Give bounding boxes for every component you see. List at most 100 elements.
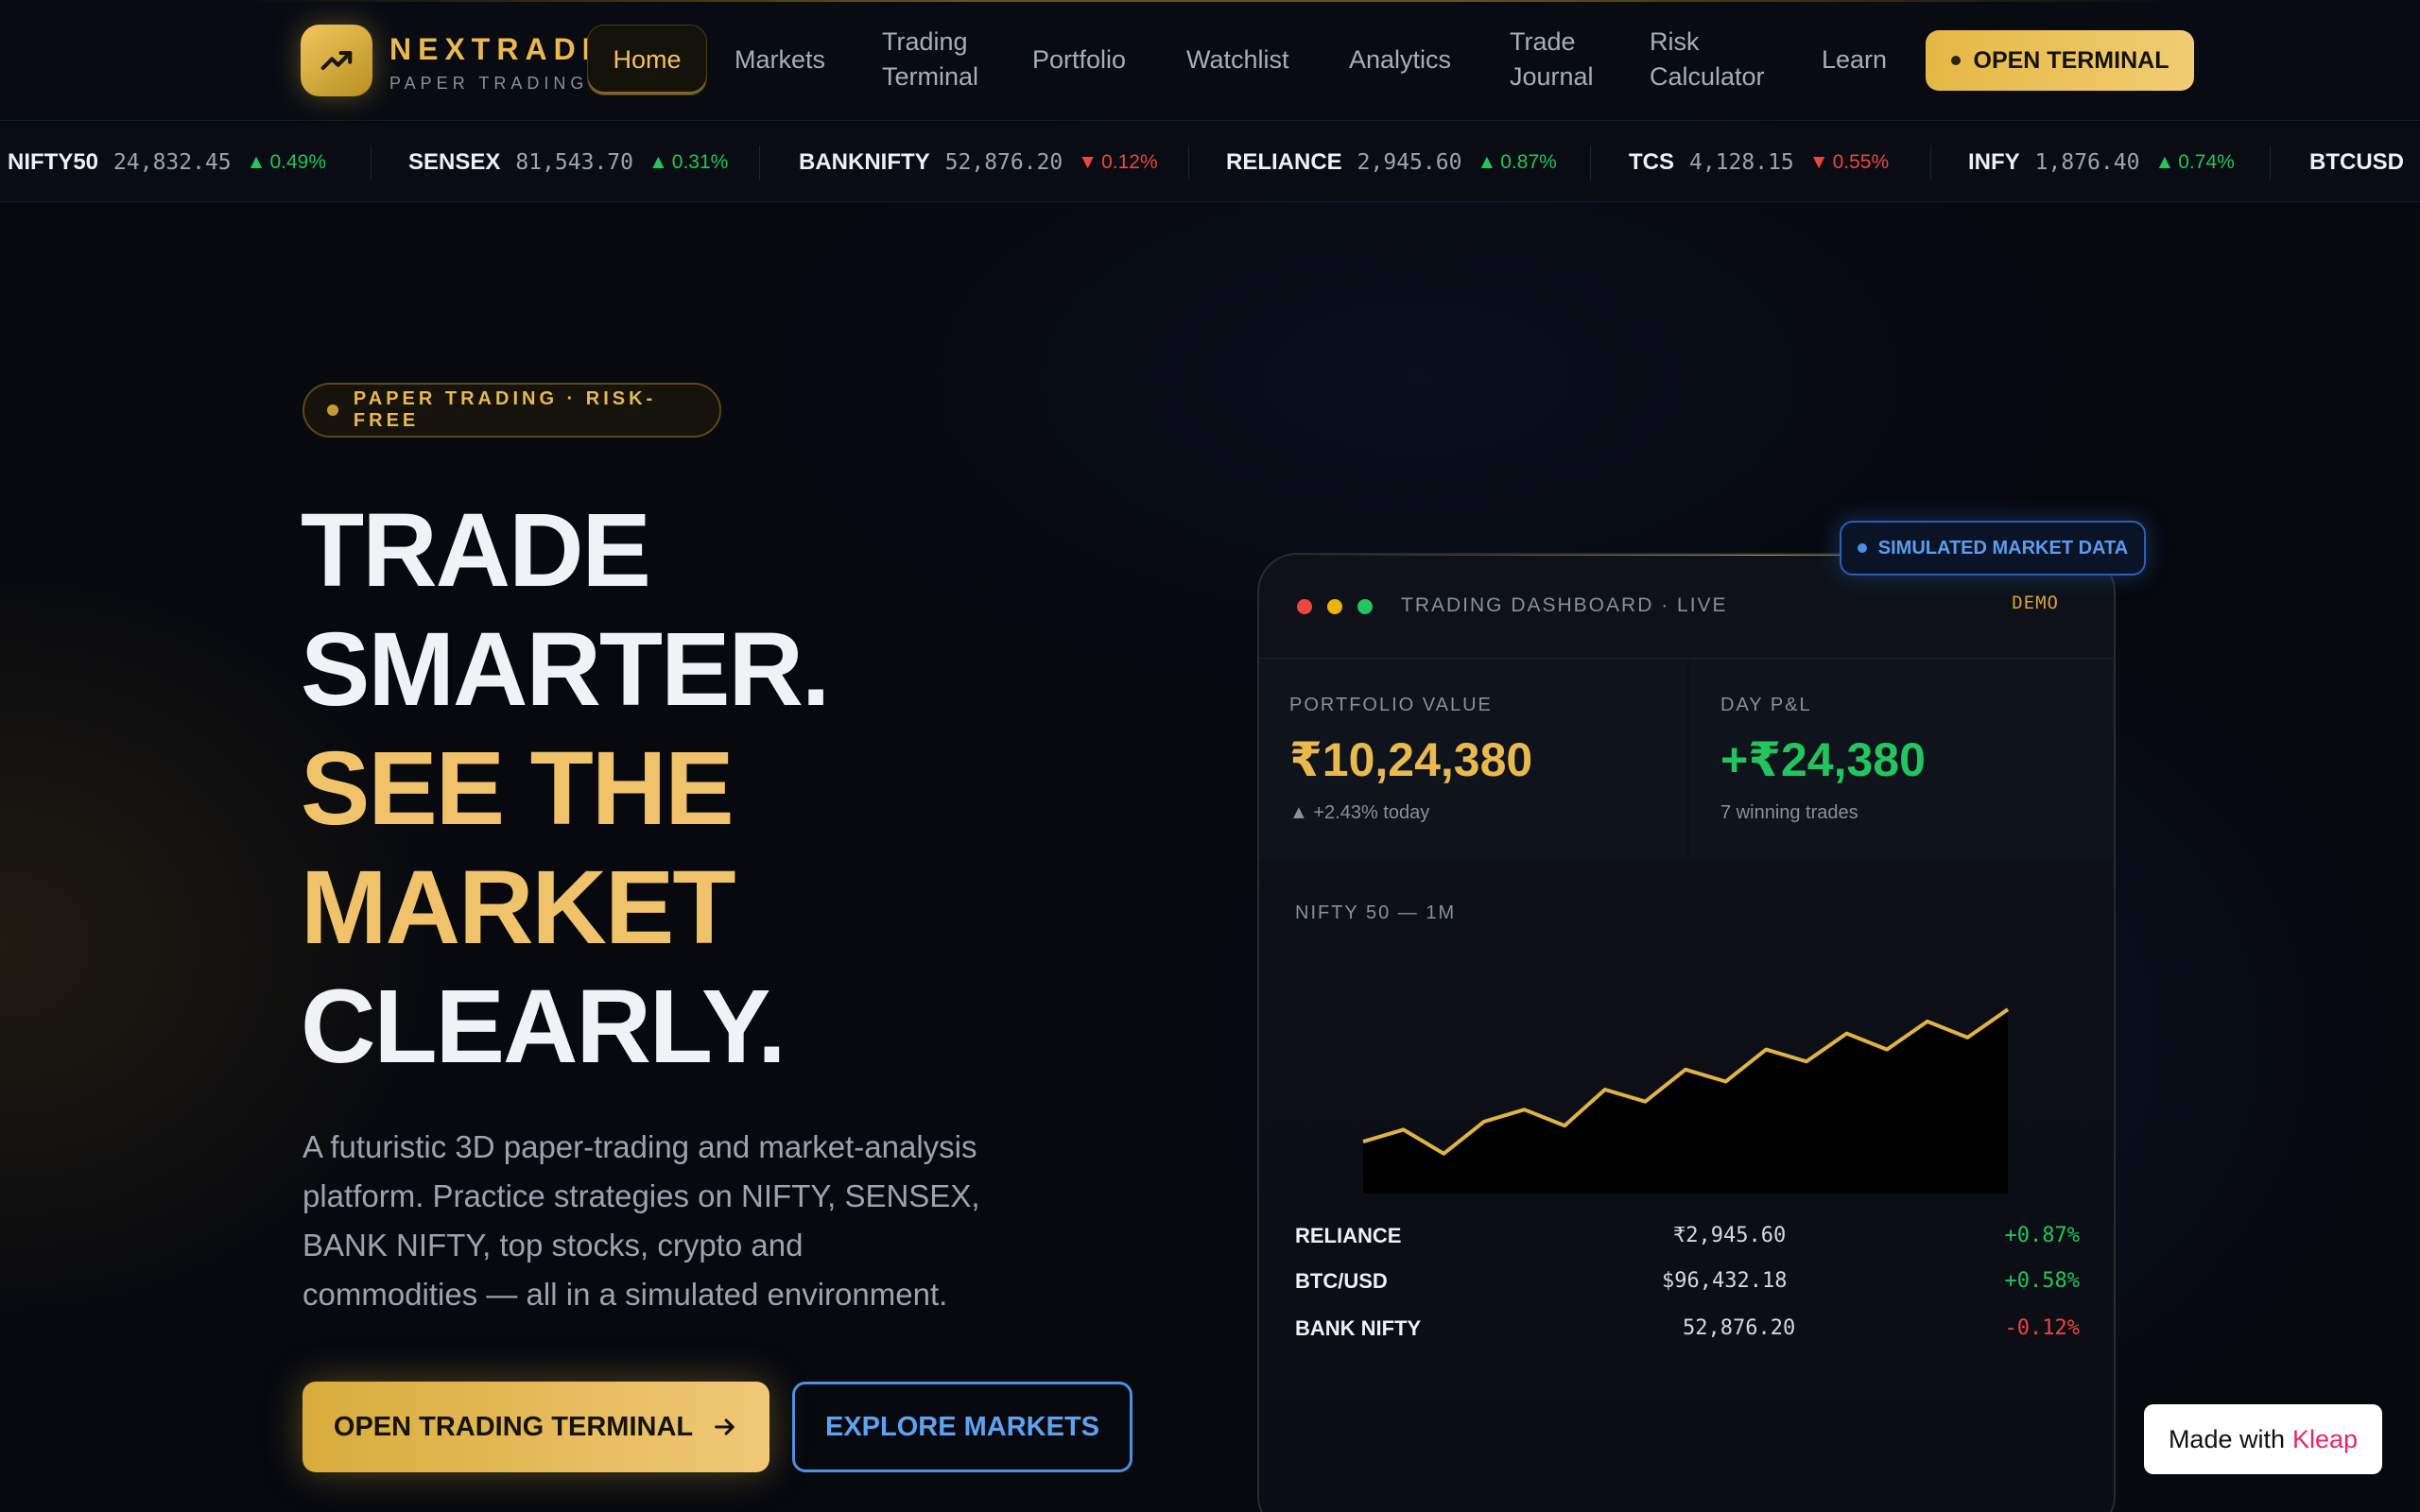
nav-item-watchlist[interactable]: Watchlist	[1186, 43, 1289, 77]
arrow-right-icon	[715, 1418, 735, 1435]
holding-price: 52,876.20	[1683, 1316, 1796, 1340]
ticker-price: 52,876.20	[944, 150, 1063, 175]
headline-line: TRADE	[301, 492, 651, 609]
ticker-divider	[1590, 146, 1591, 180]
simulated-data-badge: SIMULATED MARKET DATA	[1840, 521, 2146, 576]
triangle-down-icon: ▼	[1078, 151, 1098, 173]
ticker-divider	[1188, 146, 1189, 180]
nav-item-label-line: Trading	[882, 27, 968, 56]
nav-item-trading-terminal[interactable]: Trading Terminal	[882, 25, 978, 94]
ticker-price: 4,128.15	[1689, 150, 1794, 175]
status-dot-icon	[1950, 56, 1961, 65]
ticker-change-value: 0.49%	[269, 151, 326, 173]
nav-item-trade-journal[interactable]: Trade Journal	[1510, 25, 1594, 94]
open-terminal-button[interactable]: OPEN TERMINAL	[1926, 30, 2194, 91]
badge-dot-icon	[327, 404, 338, 416]
ticker-change: ▲ 0.49%	[247, 151, 326, 174]
holding-symbol: BTC/USD	[1295, 1269, 1388, 1293]
open-trading-terminal-label: OPEN TRADING TERMINAL	[333, 1411, 694, 1442]
brand-subtitle: PAPER TRADING	[389, 74, 589, 93]
ticker-price: 1,876.40	[2034, 150, 2140, 175]
ticker-item[interactable]: INFY 1,876.40 ▲ 0.74%	[1968, 123, 2235, 201]
ticker-symbol: NIFTY50	[8, 149, 99, 175]
ticker-change-value: 0.55%	[1832, 151, 1890, 173]
ticker-symbol: BTCUSD	[2309, 149, 2404, 175]
triangle-up-icon: ▲	[648, 151, 668, 173]
ticker-item[interactable]: BANKNIFTY 52,876.20 ▼ 0.12%	[799, 123, 1158, 201]
nav-item-label-line: Calculator	[1650, 62, 1765, 91]
open-terminal-label: OPEN TERMINAL	[1973, 46, 2169, 74]
sparkline-area	[1363, 1009, 2008, 1194]
ticker-change-value: 0.12%	[1101, 151, 1158, 173]
hero-headline: TRADE SMARTER. SEE THE MARKET CLEARLY.	[301, 491, 830, 1087]
ticker-symbol: SENSEX	[408, 149, 501, 175]
logo-icon[interactable]	[301, 25, 372, 96]
simulated-data-label: SIMULATED MARKET DATA	[1877, 537, 2129, 558]
nav-item-analytics[interactable]: Analytics	[1349, 43, 1451, 77]
nifty-sparkline-chart	[1362, 1007, 2010, 1194]
ticker-symbol: TCS	[1629, 149, 1674, 175]
ticker-item[interactable]: SENSEX 81,543.70 ▲ 0.31%	[408, 123, 728, 201]
nav-item-label-line: Terminal	[882, 62, 979, 91]
ticker-change: ▼ 0.55%	[1809, 151, 1889, 174]
ticker-change: ▲ 0.87%	[1477, 151, 1556, 174]
ticker-price: 24,832.45	[113, 150, 232, 175]
nav-item-label-line: Journal	[1510, 62, 1594, 91]
ticker-change-value: 0.31%	[671, 151, 729, 173]
holding-price: $96,432.18	[1662, 1269, 1788, 1293]
holding-row[interactable]: BTC/USD $96,432.18 +0.58%	[1295, 1269, 2080, 1307]
ticker-symbol: RELIANCE	[1226, 149, 1342, 175]
ticker-item[interactable]: TCS 4,128.15 ▼ 0.55%	[1629, 123, 1889, 201]
market-ticker: NIFTY50 24,832.45 ▲ 0.49% SENSEX 81,543.7…	[0, 123, 2420, 202]
hero-description: A futuristic 3D paper-trading and market…	[302, 1129, 980, 1312]
nav-item-risk-calculator[interactable]: Risk Calculator	[1650, 25, 1765, 94]
nav-item-label-line: Risk	[1650, 27, 1700, 56]
headline-line-accent: SEE THE	[301, 730, 735, 847]
triangle-down-icon: ▼	[1808, 151, 1829, 173]
holding-price: ₹2,945.60	[1673, 1224, 1787, 1247]
live-dot-icon	[1857, 543, 1867, 553]
holding-change: -0.12%	[2004, 1316, 2080, 1340]
ticker-change: ▲ 0.31%	[648, 151, 728, 174]
nav-item-label-line: Trade	[1510, 27, 1576, 56]
headline-line: SMARTER.	[301, 611, 830, 728]
made-with-label: Made with	[2168, 1424, 2285, 1453]
ticker-item[interactable]: NIFTY50 24,832.45 ▲ 0.49%	[8, 123, 326, 201]
ticker-symbol: INFY	[1968, 149, 2020, 175]
trading-dashboard-card: TRADING DASHBOARD · LIVE DEMO PORTFOLIO …	[1257, 553, 2116, 1512]
holding-symbol: BANK NIFTY	[1295, 1316, 1422, 1340]
ticker-divider	[1930, 146, 1931, 180]
ticker-price: 81,543.70	[515, 150, 633, 175]
triangle-up-icon: ▲	[246, 151, 267, 173]
triangle-up-icon: ▲	[2154, 151, 2175, 173]
ticker-divider	[759, 146, 760, 180]
top-navbar: NEXTRADE PAPER TRADING Home Markets Trad…	[0, 0, 2420, 121]
holding-change: +0.58%	[2004, 1269, 2080, 1293]
holding-row[interactable]: BANK NIFTY 52,876.20 -0.12%	[1295, 1316, 2080, 1354]
hero-badge: PAPER TRADING · RISK-FREE	[302, 383, 721, 438]
holding-row[interactable]: RELIANCE ₹2,945.60 +0.87%	[1295, 1224, 2080, 1262]
ticker-price: 2,945.60	[1357, 150, 1462, 175]
nav-item-portfolio[interactable]: Portfolio	[1032, 43, 1126, 77]
triangle-up-icon: ▲	[1477, 151, 1497, 173]
ticker-divider	[2270, 146, 2271, 180]
brand-name[interactable]: NEXTRADE	[389, 32, 609, 67]
ticker-item[interactable]: BTCUSD 9	[2309, 123, 2420, 201]
holding-change: +0.87%	[2004, 1224, 2080, 1247]
made-with-kleap-badge[interactable]: Made with Kleap	[2144, 1404, 2382, 1474]
ticker-change: ▼ 0.12%	[1078, 151, 1157, 174]
ticker-change: ▲ 0.74%	[2154, 151, 2234, 174]
kleap-brand-label: Kleap	[2292, 1424, 2359, 1453]
ticker-item[interactable]: RELIANCE 2,945.60 ▲ 0.87%	[1226, 123, 1557, 201]
open-trading-terminal-button[interactable]: OPEN TRADING TERMINAL	[302, 1382, 769, 1472]
nav-item-home[interactable]: Home	[587, 25, 707, 95]
holding-symbol: RELIANCE	[1295, 1224, 1402, 1247]
ticker-change-value: 0.74%	[2178, 151, 2235, 173]
nav-item-markets[interactable]: Markets	[735, 43, 825, 77]
hero-badge-label: PAPER TRADING · RISK-FREE	[353, 388, 657, 431]
ticker-divider	[371, 146, 372, 180]
explore-markets-button[interactable]: EXPLORE MARKETS	[792, 1382, 1132, 1472]
headline-line: CLEARLY.	[301, 969, 786, 1085]
nav-item-learn[interactable]: Learn	[1822, 43, 1887, 77]
headline-line-accent: MARKET	[301, 850, 736, 966]
